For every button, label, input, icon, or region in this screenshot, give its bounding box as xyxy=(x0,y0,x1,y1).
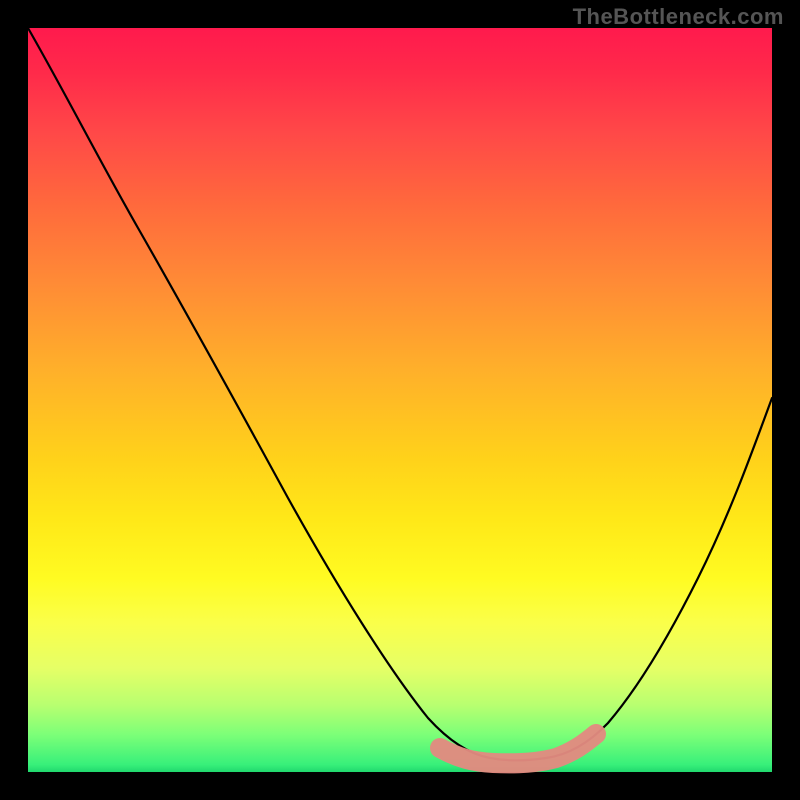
watermark-text: TheBottleneck.com xyxy=(573,4,784,30)
plot-area xyxy=(28,28,772,772)
bottleneck-curve xyxy=(28,28,772,772)
chart-frame: TheBottleneck.com xyxy=(0,0,800,800)
curve-path xyxy=(28,28,772,760)
flat-zone-highlight xyxy=(440,734,596,763)
